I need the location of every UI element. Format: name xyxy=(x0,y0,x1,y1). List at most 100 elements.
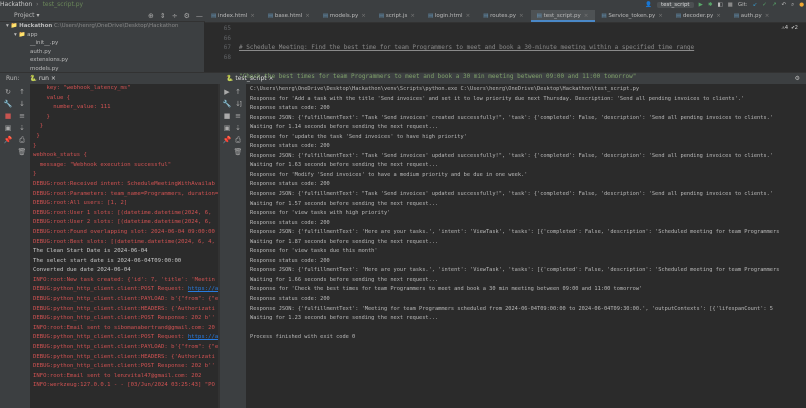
down-icon[interactable]: ↓ xyxy=(17,100,27,108)
close-icon[interactable]: × xyxy=(361,13,366,19)
run-icon[interactable]: ▶ xyxy=(699,2,703,8)
scroll-end-icon[interactable]: ⇣ xyxy=(17,124,27,132)
console-text: DEBUG:root:User 2 slots: [(datetime.date… xyxy=(33,219,215,226)
pin-icon[interactable]: 📌 xyxy=(222,136,232,144)
wrap-icon[interactable]: ≡ xyxy=(17,112,27,120)
console-link[interactable]: https://a xyxy=(188,334,218,340)
console-line: Response JSON: {'fulfillmentText': 'Here… xyxy=(250,267,780,274)
wrench-icon[interactable]: 🔧 xyxy=(3,100,13,108)
breadcrumb-file[interactable]: test_script.py xyxy=(43,0,84,10)
console-text: DEBUG:root:Received intent: ScheduleMeet… xyxy=(33,180,215,187)
update-icon[interactable]: ● xyxy=(799,2,804,8)
git-update-icon[interactable]: ↙ xyxy=(753,2,758,8)
project-label[interactable]: Project xyxy=(14,12,35,19)
stop-icon[interactable]: ■ xyxy=(728,2,733,8)
expand-icon[interactable]: ÷ xyxy=(172,10,178,22)
tab-label: login.html xyxy=(434,13,463,19)
close-icon[interactable]: × xyxy=(305,13,310,19)
tab-models-py[interactable]: ▤ models.py × xyxy=(317,10,373,22)
tree-file[interactable]: extensions.py xyxy=(0,56,204,65)
run-tab-run[interactable]: 🐍 run × xyxy=(29,75,55,82)
tab-label: test_script.py xyxy=(543,13,581,19)
tree-file[interactable]: __init__.py xyxy=(0,39,204,48)
close-icon[interactable]: × xyxy=(584,13,589,19)
debug-icon[interactable]: ✱ xyxy=(708,2,713,8)
undo-icon[interactable]: ↶ xyxy=(781,2,786,8)
console-line: key: "webhook_latency_ms" xyxy=(33,84,218,94)
trash-icon[interactable]: 🗑 xyxy=(17,148,27,156)
close-icon[interactable]: × xyxy=(519,13,524,19)
print-icon[interactable]: ⎙ xyxy=(233,136,243,145)
console-line: value { xyxy=(33,94,218,104)
pin-icon[interactable]: 📌 xyxy=(3,136,13,144)
git-commit-icon[interactable]: ✓ xyxy=(762,2,767,8)
inspection-widget[interactable]: ⚠4 ✔2 xyxy=(781,24,798,32)
close-icon[interactable]: × xyxy=(410,13,415,19)
close-icon[interactable]: × xyxy=(765,13,770,19)
console-line: Waiting for 1.57 seconds before sending … xyxy=(250,200,439,207)
console-line: Waiting for 1.87 seconds before sending … xyxy=(250,238,439,245)
close-icon[interactable]: × xyxy=(250,13,255,19)
console-line: DEBUG:python_http_client.client:PAYLOAD:… xyxy=(33,295,218,305)
console-text: DEBUG:python_http_client.client:POST Req… xyxy=(33,334,188,341)
tab-base-html[interactable]: ▤ base.html × xyxy=(262,10,317,22)
tab-routes-py[interactable]: ▤ routes.py × xyxy=(477,10,530,22)
collapse-icon[interactable]: ⇕ xyxy=(160,10,166,22)
run-config-select[interactable]: test_script xyxy=(656,2,694,8)
git-push-icon[interactable]: ↗ xyxy=(772,2,777,8)
tab-test_script-py[interactable]: ▤ test_script.py × xyxy=(530,10,596,22)
console-line: } xyxy=(33,122,218,132)
gear-icon[interactable]: ⚙ xyxy=(184,10,190,22)
user-icon[interactable]: 👤 xyxy=(645,2,652,8)
tree-root[interactable]: ▾ 📁 Hackathon C:\Users\henrg\OneDrive\De… xyxy=(0,22,204,31)
search-icon[interactable]: ⌕ xyxy=(791,2,794,9)
file-icon: ▤ xyxy=(267,13,275,19)
console-line: The select start date is 2024-06-04T09:0… xyxy=(33,257,218,267)
tab-login-html[interactable]: ▤ login.html × xyxy=(422,10,477,22)
layout-icon[interactable]: ▣ xyxy=(3,124,13,132)
coverage-icon[interactable]: ◧ xyxy=(717,2,722,8)
tree-folder-app[interactable]: ▾ 📁 app xyxy=(0,31,204,40)
close-icon[interactable]: × xyxy=(658,13,663,19)
code-string: "Check the best times for team Programme… xyxy=(239,72,637,80)
console-text: DEBUG:python_http_client.client:POST Req… xyxy=(33,286,188,293)
console-line: INFO:root:New task created: {'id': 7, 't… xyxy=(33,276,218,286)
hide-icon[interactable]: — xyxy=(196,10,203,22)
file-icon: ▤ xyxy=(536,13,544,19)
console-line: } xyxy=(33,170,218,180)
console-text: INFO:root:New task created: {'id': 7, 't… xyxy=(33,276,215,283)
run-console-left[interactable]: key: "webhook_latency_ms" value { number… xyxy=(30,84,218,408)
stop-icon[interactable]: ■ xyxy=(3,112,13,120)
tab-auth-py[interactable]: ▤ auth.py × xyxy=(728,10,777,22)
trash-icon[interactable]: 🗑 xyxy=(233,148,243,156)
close-icon[interactable]: × xyxy=(466,13,471,19)
run-right-toolbar: ▶ ↑ 🔧 ↓ ■ ≡ ▣ ⇣ ⎙ 📌 🗑 xyxy=(220,84,246,408)
console-line: DEBUG:root:User 2 slots: [(datetime.date… xyxy=(33,218,218,228)
rerun-icon[interactable]: ▶ xyxy=(222,88,232,96)
tab-script-js[interactable]: ▤ script.js × xyxy=(373,10,422,22)
run-label: Run: xyxy=(6,75,20,82)
run-console-right[interactable]: C:\Users\henrg\OneDrive\Desktop\Hackatho… xyxy=(246,84,806,408)
console-line: message: "Webhook execution successful" xyxy=(33,161,218,171)
layout-icon[interactable]: ▣ xyxy=(222,124,232,132)
console-line: } xyxy=(33,142,218,152)
console-line: Waiting for 1.63 seconds before sending … xyxy=(250,162,439,169)
tab-index-html[interactable]: ▤ index.html × xyxy=(205,10,262,22)
rerun-icon[interactable]: ↻ xyxy=(3,88,13,96)
print-icon[interactable]: ⎙ xyxy=(17,136,27,145)
code-comment: # Schedule Meeting: Find the best time f… xyxy=(239,44,695,51)
up-icon[interactable]: ↑ xyxy=(17,88,27,96)
stop-icon[interactable]: ■ xyxy=(222,112,232,120)
locate-icon[interactable]: ⊕ xyxy=(148,10,154,22)
console-link[interactable]: https://a xyxy=(188,286,218,292)
console-text: value { xyxy=(33,94,71,101)
code-editor[interactable]: 65 66 67 68 ⚠4 ✔2 # Schedule Meeting: Find … xyxy=(205,23,806,108)
tab-Service_token-py[interactable]: ▤ Service_token.py × xyxy=(595,10,670,22)
close-icon[interactable]: × xyxy=(716,13,721,19)
tab-decoder-py[interactable]: ▤ decoder.py × xyxy=(670,10,728,22)
project-name[interactable]: Hackathon xyxy=(0,0,32,10)
wrench-icon[interactable]: 🔧 xyxy=(222,100,232,108)
tree-file[interactable]: auth.py xyxy=(0,48,204,57)
console-line: Waiting for 1.66 seconds before sending … xyxy=(250,276,439,283)
console-line: Response JSON: {'fulfillmentText': 'Meet… xyxy=(250,305,773,312)
